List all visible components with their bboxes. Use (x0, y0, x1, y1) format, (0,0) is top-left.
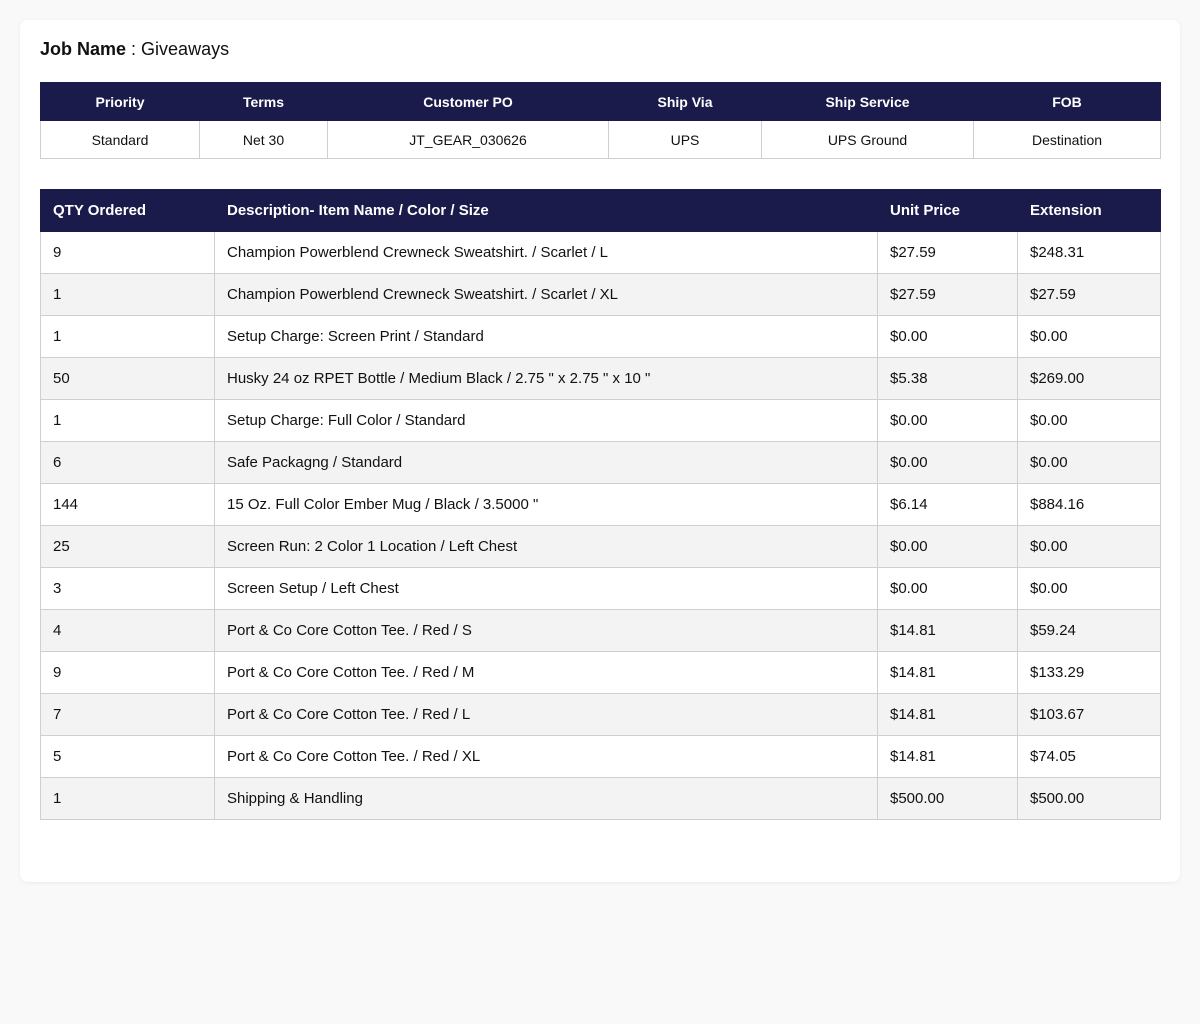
order-info-header-row: Priority Terms Customer PO Ship Via Ship… (40, 82, 1161, 121)
table-row: 9 Port & Co Core Cotton Tee. / Red / M $14… (40, 651, 1161, 694)
qty-cell: 144 (40, 483, 215, 526)
qty-cell: 5 (40, 735, 215, 778)
unit-price-cell: $0.00 (877, 315, 1018, 358)
table-row: 7 Port & Co Core Cotton Tee. / Red / L $14… (40, 693, 1161, 736)
table-row: 5 Port & Co Core Cotton Tee. / Red / XL $1… (40, 735, 1161, 778)
description-cell: Champion Powerblend Crewneck Sweatshirt.… (214, 273, 878, 316)
extension-cell: $248.31 (1017, 231, 1161, 274)
table-row: 50 Husky 24 oz RPET Bottle / Medium Black… (40, 357, 1161, 400)
unit-price-cell: $14.81 (877, 609, 1018, 652)
unit-price-cell: $14.81 (877, 651, 1018, 694)
header-description: Description- Item Name / Color / Size (214, 189, 878, 232)
description-cell: Husky 24 oz RPET Bottle / Medium Black /… (214, 357, 878, 400)
job-name-value: Giveaways (141, 39, 230, 59)
unit-price-cell: $0.00 (877, 441, 1018, 484)
unit-price-cell: $5.38 (877, 357, 1018, 400)
header-terms: Terms (199, 82, 328, 121)
description-cell: 15 Oz. Full Color Ember Mug / Black / 3.… (214, 483, 878, 526)
extension-cell: $0.00 (1017, 441, 1161, 484)
table-row: 1 Setup Charge: Screen Print / Standard $0… (40, 315, 1161, 358)
order-info-value-row: Standard Net 30 JT_GEAR_030626 UPS UPS G… (40, 120, 1161, 159)
qty-cell: 9 (40, 231, 215, 274)
qty-cell: 3 (40, 567, 215, 610)
order-info-table: Priority Terms Customer PO Ship Via Ship… (40, 82, 1161, 159)
ship-via-value: UPS (608, 120, 762, 159)
table-row: 25 Screen Run: 2 Color 1 Location / Left … (40, 525, 1161, 568)
line-items-body: 9 Champion Powerblend Crewneck Sweatshirt… (40, 231, 1161, 820)
extension-cell: $59.24 (1017, 609, 1161, 652)
description-cell: Screen Setup / Left Chest (214, 567, 878, 610)
job-name-label: Job Name (40, 39, 127, 59)
description-cell: Shipping & Handling (214, 777, 878, 820)
header-ship-service: Ship Service (761, 82, 974, 121)
qty-cell: 1 (40, 315, 215, 358)
table-row: 1 Shipping & Handling $500.00 $500.00 (40, 777, 1161, 820)
description-cell: Port & Co Core Cotton Tee. / Red / XL (214, 735, 878, 778)
extension-cell: $884.16 (1017, 483, 1161, 526)
header-unit-price: Unit Price (877, 189, 1018, 232)
priority-value: Standard (40, 120, 200, 159)
extension-cell: $27.59 (1017, 273, 1161, 316)
job-name-line: Job Name : Giveaways (40, 38, 1160, 60)
extension-cell: $0.00 (1017, 315, 1161, 358)
qty-cell: 1 (40, 273, 215, 316)
unit-price-cell: $500.00 (877, 777, 1018, 820)
unit-price-cell: $14.81 (877, 693, 1018, 736)
unit-price-cell: $14.81 (877, 735, 1018, 778)
customer-po-value: JT_GEAR_030626 (327, 120, 609, 159)
qty-cell: 9 (40, 651, 215, 694)
unit-price-cell: $27.59 (877, 273, 1018, 316)
line-items-header-row: QTY Ordered Description- Item Name / Col… (40, 189, 1161, 232)
description-cell: Port & Co Core Cotton Tee. / Red / S (214, 609, 878, 652)
header-extension: Extension (1017, 189, 1161, 232)
terms-value: Net 30 (199, 120, 328, 159)
description-cell: Screen Run: 2 Color 1 Location / Left Ch… (214, 525, 878, 568)
table-row: 9 Champion Powerblend Crewneck Sweatshirt… (40, 231, 1161, 274)
qty-cell: 50 (40, 357, 215, 400)
table-row: 1 Setup Charge: Full Color / Standard $0.0… (40, 399, 1161, 442)
description-cell: Port & Co Core Cotton Tee. / Red / L (214, 693, 878, 736)
description-cell: Setup Charge: Screen Print / Standard (214, 315, 878, 358)
table-row: 144 15 Oz. Full Color Ember Mug / Black /… (40, 483, 1161, 526)
extension-cell: $133.29 (1017, 651, 1161, 694)
unit-price-cell: $6.14 (877, 483, 1018, 526)
description-cell: Port & Co Core Cotton Tee. / Red / M (214, 651, 878, 694)
table-row: 1 Champion Powerblend Crewneck Sweatshirt… (40, 273, 1161, 316)
header-ship-via: Ship Via (608, 82, 762, 121)
unit-price-cell: $0.00 (877, 525, 1018, 568)
extension-cell: $500.00 (1017, 777, 1161, 820)
extension-cell: $0.00 (1017, 399, 1161, 442)
description-cell: Setup Charge: Full Color / Standard (214, 399, 878, 442)
qty-cell: 1 (40, 777, 215, 820)
description-cell: Safe Packagng / Standard (214, 441, 878, 484)
table-row: 3 Screen Setup / Left Chest $0.00 $0.00 (40, 567, 1161, 610)
qty-cell: 1 (40, 399, 215, 442)
extension-cell: $0.00 (1017, 525, 1161, 568)
table-row: 4 Port & Co Core Cotton Tee. / Red / S $14… (40, 609, 1161, 652)
header-fob: FOB (973, 82, 1161, 121)
fob-value: Destination (973, 120, 1161, 159)
extension-cell: $103.67 (1017, 693, 1161, 736)
line-items-table: QTY Ordered Description- Item Name / Col… (40, 189, 1161, 820)
qty-cell: 7 (40, 693, 215, 736)
extension-cell: $269.00 (1017, 357, 1161, 400)
table-row: 6 Safe Packagng / Standard $0.00 $0.00 (40, 441, 1161, 484)
unit-price-cell: $0.00 (877, 399, 1018, 442)
extension-cell: $74.05 (1017, 735, 1161, 778)
header-priority: Priority (40, 82, 200, 121)
qty-cell: 25 (40, 525, 215, 568)
unit-price-cell: $0.00 (877, 567, 1018, 610)
qty-cell: 4 (40, 609, 215, 652)
extension-cell: $0.00 (1017, 567, 1161, 610)
description-cell: Champion Powerblend Crewneck Sweatshirt.… (214, 231, 878, 274)
ship-service-value: UPS Ground (761, 120, 974, 159)
order-card: Job Name : Giveaways Priority Terms Cust… (20, 20, 1180, 882)
qty-cell: 6 (40, 441, 215, 484)
unit-price-cell: $27.59 (877, 231, 1018, 274)
header-qty-ordered: QTY Ordered (40, 189, 215, 232)
job-name-separator: : (126, 39, 142, 59)
header-customer-po: Customer PO (327, 82, 609, 121)
